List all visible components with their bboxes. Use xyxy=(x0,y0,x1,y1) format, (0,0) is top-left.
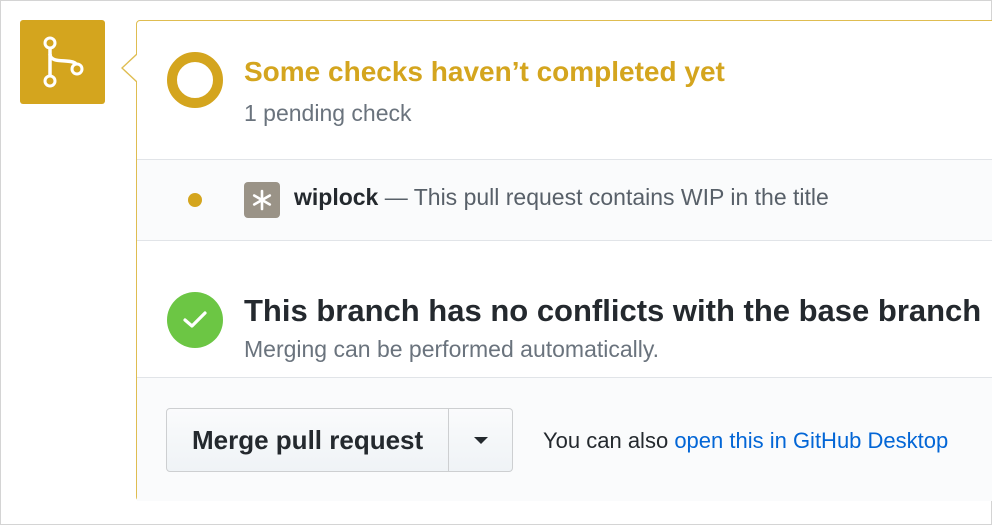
desktop-hint: You can also open this in GitHub Desktop xyxy=(543,428,948,454)
auto-merge-text: Merging can be performed automatically. xyxy=(244,336,660,362)
check-app-name: wiplock xyxy=(294,184,379,210)
git-branch-icon xyxy=(20,20,105,104)
checks-status-section: Some checks haven’t completed yet 1 pend… xyxy=(137,21,992,160)
checks-status-title: Some checks haven’t completed yet xyxy=(244,56,725,87)
merge-actions-section: Merge pull request You can also open thi… xyxy=(137,378,992,501)
wiplock-app-icon[interactable] xyxy=(244,182,280,218)
merge-pull-request-button[interactable]: Merge pull request xyxy=(166,408,450,472)
pending-ring-icon xyxy=(167,52,223,108)
desktop-hint-prefix: You can also xyxy=(543,428,669,453)
check-description: This pull request contains WIP in the ti… xyxy=(413,184,829,210)
check-summary: wiplock — This pull request contains WIP… xyxy=(294,184,829,211)
merge-box: Some checks haven’t completed yet 1 pend… xyxy=(121,20,992,501)
open-in-github-desktop-link[interactable]: open this in GitHub Desktop xyxy=(674,428,948,453)
merge-button-group: Merge pull request xyxy=(166,408,514,472)
merge-conflict-status-section: This branch has no conflicts with the ba… xyxy=(137,241,992,378)
merge-method-dropdown-button[interactable] xyxy=(449,408,514,472)
triangle-down-icon xyxy=(473,436,488,444)
pending-count-text: 1 pending check xyxy=(244,100,412,126)
check-separator: — xyxy=(384,184,408,210)
checkmark-icon xyxy=(167,292,223,348)
no-conflicts-title: This branch has no conflicts with the ba… xyxy=(244,293,982,328)
check-item-wiplock[interactable]: wiplock — This pull request contains WIP… xyxy=(137,160,992,241)
pending-dot-icon xyxy=(188,193,202,207)
